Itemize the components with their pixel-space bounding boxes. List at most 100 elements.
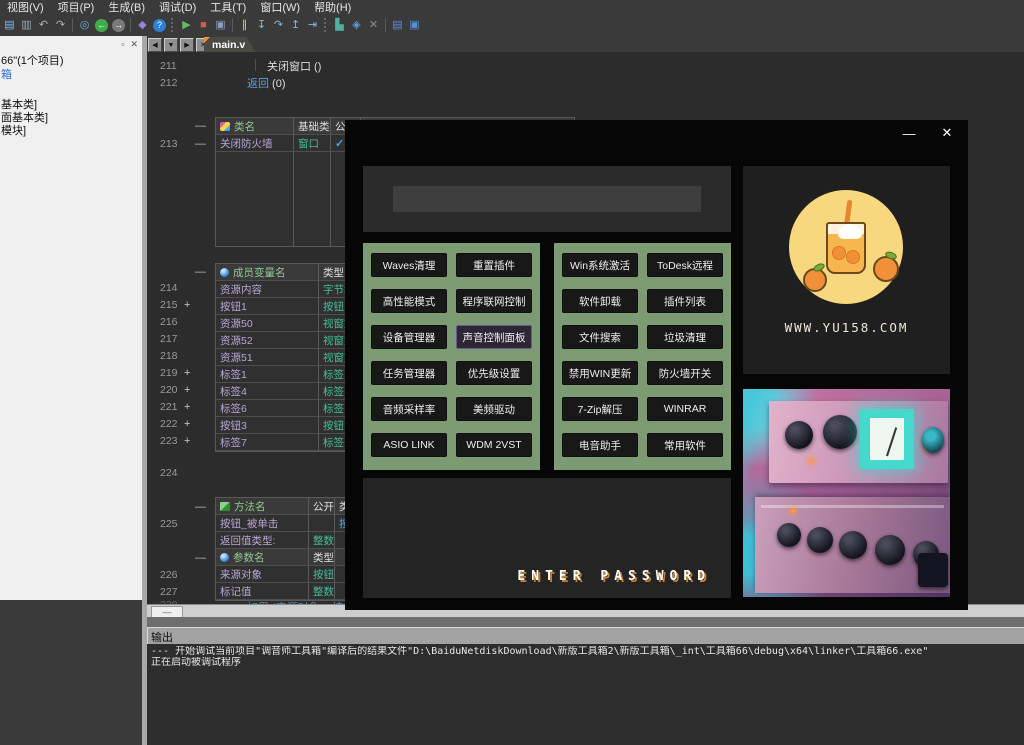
scrollbar-thumb[interactable]: — (151, 606, 183, 617)
photo-rack-unit-bottom (755, 497, 950, 593)
tab-scroll-right-button[interactable]: ▶ (180, 38, 194, 52)
line-number: 225 (160, 518, 178, 530)
nav-back-icon[interactable]: ← (95, 19, 108, 32)
line-number: 220 (160, 384, 178, 396)
batch-build-icon[interactable]: ◈ (348, 17, 365, 33)
plugin-list-button[interactable]: 插件列表 (647, 289, 723, 313)
menu-project[interactable]: 项目(P) (51, 0, 102, 15)
run-to-cursor-icon[interactable]: ⇥ (304, 17, 321, 33)
undo-icon[interactable]: ↶ (35, 17, 52, 33)
line-number: 217 (160, 333, 178, 345)
expand-marker[interactable]: + (184, 435, 190, 447)
fold-marker[interactable]: — (195, 266, 206, 278)
pin-icon[interactable]: ▫ (121, 39, 124, 50)
orange-icon (873, 256, 899, 282)
close-button[interactable]: ✕ (938, 124, 956, 142)
junk-clean-button[interactable]: 垃圾清理 (647, 325, 723, 349)
fold-marker[interactable]: — (195, 120, 206, 132)
line-number: 219 (160, 367, 178, 379)
pause-icon[interactable]: ∥ (236, 17, 253, 33)
output-splitter[interactable] (147, 617, 1024, 627)
menu-tools[interactable]: 工具(T) (203, 0, 253, 15)
tab-label: main.v (212, 39, 245, 51)
toolbar-separator (72, 18, 73, 32)
audio-driver-button[interactable]: 美频驱动 (456, 397, 532, 421)
reset-plugins-button[interactable]: 重置插件 (456, 253, 532, 277)
code-line[interactable]: 返回 (0) (247, 75, 286, 91)
fold-marker[interactable]: — (195, 552, 206, 564)
password-input[interactable] (393, 186, 701, 212)
tree-item-module[interactable]: 模块] (1, 122, 26, 138)
expand-marker[interactable]: + (184, 367, 190, 379)
menu-help[interactable]: 帮助(H) (307, 0, 358, 15)
step-over-icon[interactable]: ↷ (270, 17, 287, 33)
step-into-icon[interactable]: ↧ (253, 17, 270, 33)
menu-debug[interactable]: 调试(D) (152, 0, 203, 15)
wdm-2vst-button[interactable]: WDM 2VST (456, 433, 532, 457)
menu-window[interactable]: 窗口(W) (253, 0, 307, 15)
stop-icon[interactable]: ■ (195, 17, 212, 33)
win-activate-button[interactable]: Win系统激活 (562, 253, 638, 277)
7zip-button[interactable]: 7-Zip解压 (562, 397, 638, 421)
device-manager-button[interactable]: 设备管理器 (371, 325, 447, 349)
minimize-button[interactable]: — (900, 124, 918, 142)
sample-rate-button[interactable]: 音频采样率 (371, 397, 447, 421)
tab-scroll-left-button[interactable]: ◀ (148, 38, 162, 52)
task-manager-button[interactable]: 任务管理器 (371, 361, 447, 385)
output-header[interactable]: 输出 (147, 627, 1024, 645)
fold-marker[interactable]: — (195, 138, 206, 150)
waves-clean-button[interactable]: Waves清理 (371, 253, 447, 277)
output-title: 输出 (151, 629, 173, 645)
redo-icon[interactable]: ↷ (52, 17, 69, 33)
project-panel: ▫ ✕ 66"(1个项目) 箱 基本类] 面基本类] 模块] (0, 36, 142, 600)
fold-marker[interactable]: — (195, 501, 206, 513)
vu-meter (860, 409, 914, 469)
high-performance-button[interactable]: 高性能模式 (371, 289, 447, 313)
line-number: 224 (160, 467, 178, 479)
nav-forward-icon[interactable]: → (112, 19, 125, 32)
code-line[interactable]: 关闭窗口 () (267, 58, 321, 74)
about-icon[interactable]: ◆ (134, 17, 151, 33)
edm-helper-button[interactable]: 电音助手 (562, 433, 638, 457)
photo-rack-unit-top (769, 401, 948, 483)
build-icon[interactable]: ▙ (331, 17, 348, 33)
processes-icon[interactable]: ▣ (212, 17, 229, 33)
line-number: 222 (160, 418, 178, 430)
output-body: --- 开始调试当前项目"调音师工具箱"编译后的结果文件"D:\BaiduNet… (147, 644, 1024, 745)
file-search-button[interactable]: 文件搜索 (562, 325, 638, 349)
menu-view[interactable]: 视图(V) (0, 0, 51, 15)
firewall-button[interactable]: 防火墙开关 (647, 361, 723, 385)
menu-build[interactable]: 生成(B) (101, 0, 152, 15)
find-icon[interactable]: ◎ (76, 17, 93, 33)
help-icon[interactable]: ? (153, 19, 166, 32)
view-results-icon[interactable]: ▣ (406, 17, 423, 33)
uninstall-button[interactable]: 软件卸载 (562, 289, 638, 313)
tab-dropdown-button[interactable]: ▼ (164, 38, 178, 52)
todesk-button[interactable]: ToDesk远程 (647, 253, 723, 277)
winrar-button[interactable]: WINRAR (647, 397, 723, 421)
toolbox-app-window: — ✕ Waves清理 重置插件 高性能模式 程序联网控制 设备管理器 声音控制… (345, 120, 968, 610)
output-line: 正在启动被调试程序 (151, 657, 1020, 668)
expand-marker[interactable]: + (184, 401, 190, 413)
line-number: 218 (160, 350, 178, 362)
sound-panel-button[interactable]: 声音控制面板 (456, 325, 532, 349)
disable-update-button[interactable]: 禁用WIN更新 (562, 361, 638, 385)
tree-item-selected[interactable]: 箱 (1, 66, 12, 82)
line-number: 227 (160, 586, 178, 598)
tab-main-v[interactable]: main.v (204, 37, 256, 52)
paste-icon[interactable]: ▥ (18, 17, 35, 33)
expand-marker[interactable]: + (184, 384, 190, 396)
common-software-button[interactable]: 常用软件 (647, 433, 723, 457)
net-control-button[interactable]: 程序联网控制 (456, 289, 532, 313)
close-icon[interactable]: ✕ (130, 39, 138, 50)
line-number: 213 (160, 138, 178, 150)
expand-marker[interactable]: + (184, 299, 190, 311)
run-icon[interactable]: ▶ (178, 17, 195, 33)
view-properties-icon[interactable]: ▤ (389, 17, 406, 33)
step-out-icon[interactable]: ↥ (287, 17, 304, 33)
asio-link-button[interactable]: ASIO LINK (371, 433, 447, 457)
clean-icon[interactable]: ✕ (365, 17, 382, 33)
priority-button[interactable]: 优先级设置 (456, 361, 532, 385)
copy-icon[interactable]: ▤ (1, 17, 18, 33)
expand-marker[interactable]: + (184, 418, 190, 430)
